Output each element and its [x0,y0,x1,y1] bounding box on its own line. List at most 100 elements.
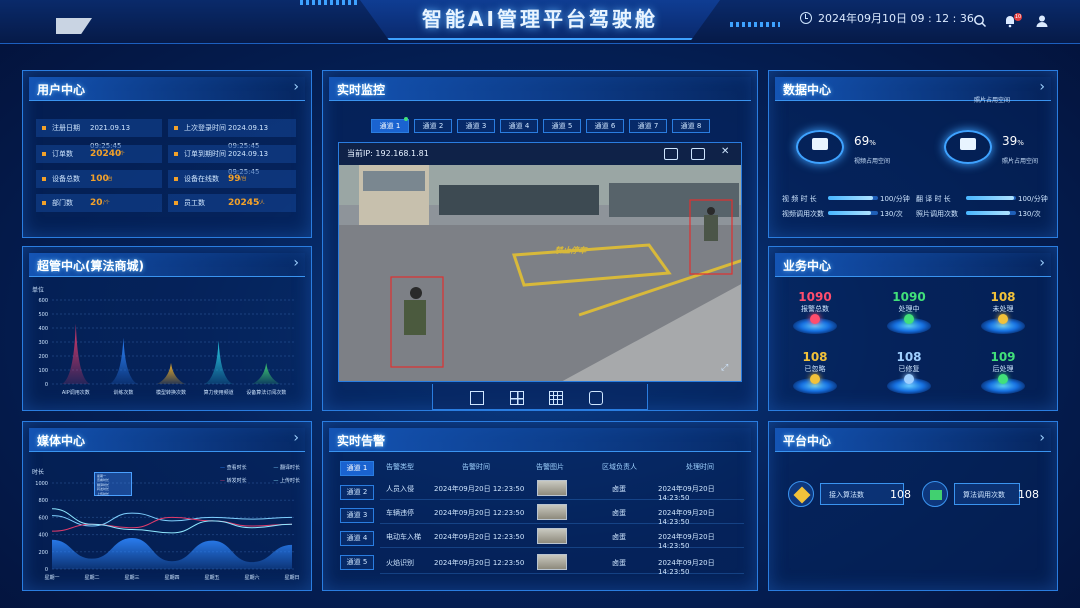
camera-view[interactable]: 当前IP: 192.168.1.81 禁止停车 ✕ ⤢ [338,142,742,382]
y-tick-label: 300 [38,340,48,346]
progress-fill [966,211,1010,215]
progress-bar [966,196,1016,200]
panel-header: 实时告警 [329,428,751,452]
chevron-right-icon[interactable]: › [293,79,299,95]
panel-header: 超管中心(算法商城) › [29,253,305,277]
x-tick-label: 星期日 [284,575,299,581]
call-count-icon [922,481,948,507]
panel-header: 实时监控 [329,77,751,101]
business-stat[interactable]: 108 已忽略 [780,350,850,394]
panel-header: 用户中心 › [29,77,305,101]
panel-title: 超管中心(算法商城) [37,259,144,273]
progress-bar [828,196,878,200]
table-row[interactable]: 火焰识别 2024年09月20日 12:23:50 卤蛋 2024年09月20日 14… [380,552,744,576]
bullet-icon [42,152,46,156]
table-row[interactable]: 电动车入梯 2024年09月20日 12:23:50 卤蛋 2024年09月20日 1… [380,526,744,550]
progress-bar [966,211,1016,215]
alarm-table-header: 告警类型 告警时间 告警图片 区域负责人 处理时间 [386,463,714,471]
table-row[interactable]: 车辆违停 2024年09月20日 12:23:50 卤蛋 2024年09月20日 14… [380,502,744,526]
record-icon[interactable] [664,148,678,160]
algorithm-icon [788,481,814,507]
tab-channel-8[interactable]: 通道 8 [672,119,710,133]
peak-mark [109,337,138,384]
fullscreen-icon[interactable]: ⤢ [721,363,728,373]
legend-item: — 查看时长 [220,465,247,471]
y-tick-label: 600 [38,515,48,521]
series-area [52,538,292,569]
tab-alarm-channel-4[interactable]: 通道 4 [340,531,374,546]
panel-title: 媒体中心 [37,434,86,448]
x-tick-label: 星期一 [44,575,59,581]
business-stat[interactable]: 1090 报警总数 [780,290,850,334]
x-tick-label: 训练次数 [113,389,133,396]
chevron-right-icon[interactable]: › [1039,255,1045,271]
photo-storage-label: 照片占用空间 [1002,158,1039,165]
layout-1-icon[interactable] [470,391,484,405]
y-tick-label: 600 [38,298,48,304]
business-stat[interactable]: 108 已修复 [874,350,944,394]
y-tick-label: 800 [38,498,48,504]
gem-icon [998,374,1008,384]
y-tick-label: 1000 [35,481,48,487]
notification-badge: 10 [1014,13,1022,21]
online-dot [404,117,408,121]
tab-channel-2[interactable]: 通道 2 [414,119,452,133]
peak-mark [204,340,233,384]
tab-alarm-channel-1[interactable]: 通道 1 [340,461,374,476]
stat-label: 视 频 时 长 [782,195,817,203]
y-tick-label: 500 [38,312,48,318]
briefcase-icon [960,138,976,150]
x-tick-label: 星期四 [164,575,179,581]
table-row[interactable]: 人员入侵 2024年09月20日 12:23:50 卤蛋 2024年09月20日 14… [380,478,744,502]
platform-stat[interactable]: 接入算法数 108 [820,483,911,505]
tab-channel-7[interactable]: 通道 7 [629,119,667,133]
layout-4-icon[interactable] [510,391,524,405]
panel-title: 用户中心 [37,83,86,97]
datetime: 2024年09月10日 09 : 12 : 36 [800,10,974,26]
layout-switcher [432,384,648,410]
y-tick-label: 100 [38,368,48,374]
panel-title: 平台中心 [783,434,832,448]
tab-channel-5[interactable]: 通道 5 [543,119,581,133]
platform-stat[interactable]: 算法调用次数 108 [954,483,1039,505]
gem-icon [810,314,820,324]
gem-icon [998,314,1008,324]
bullet-icon [174,201,178,205]
business-stat[interactable]: 108 未处理 [968,290,1038,334]
tab-channel-3[interactable]: 通道 3 [457,119,495,133]
stat-value: 130/次 [1018,210,1041,218]
chevron-right-icon[interactable]: › [1039,430,1045,446]
alarm-thumbnail [537,554,567,570]
business-stat[interactable]: 109 后处理 [968,350,1038,394]
x-tick-label: AIP调用次数 [62,389,90,396]
tab-channel-1[interactable]: 通道 1 [371,119,409,133]
tab-alarm-channel-3[interactable]: 通道 3 [340,508,374,523]
tab-channel-4[interactable]: 通道 4 [500,119,538,133]
chevron-right-icon[interactable]: › [1039,79,1045,95]
settings-icon[interactable] [589,391,603,405]
bullet-icon [174,126,178,130]
x-tick-label: 模型转换次数 [156,389,186,396]
user-icon[interactable] [1034,14,1050,30]
info-row: 订单数 20240/个 [36,145,162,163]
photo-storage-pct: 39% [1002,134,1024,148]
chevron-right-icon[interactable]: › [293,255,299,271]
y-tick-label: 0 [45,382,48,388]
progress-fill [828,211,871,215]
y-tick-label: 0 [45,567,48,573]
tab-alarm-channel-5[interactable]: 通道 5 [340,555,374,570]
screenshot-icon[interactable] [691,148,705,160]
bullet-icon [42,201,46,205]
business-stat[interactable]: 1090 处理中 [874,290,944,334]
x-tick-label: 星期五 [204,575,219,581]
mute-icon[interactable]: ✕ [721,146,729,157]
tab-channel-6[interactable]: 通道 6 [586,119,624,133]
chevron-right-icon[interactable]: › [293,430,299,446]
layout-9-icon[interactable] [549,391,563,405]
gem-icon [904,314,914,324]
media-chart: 1000 800 600 400 200 0 星期一 星期二 星期三 星期四 星期五 星期六 星期日 [35,481,299,581]
search-icon[interactable] [972,14,988,30]
tab-alarm-channel-2[interactable]: 通道 2 [340,485,374,500]
stat-label: 视频调用次数 [782,210,824,218]
y-tick-label: 200 [38,354,48,360]
